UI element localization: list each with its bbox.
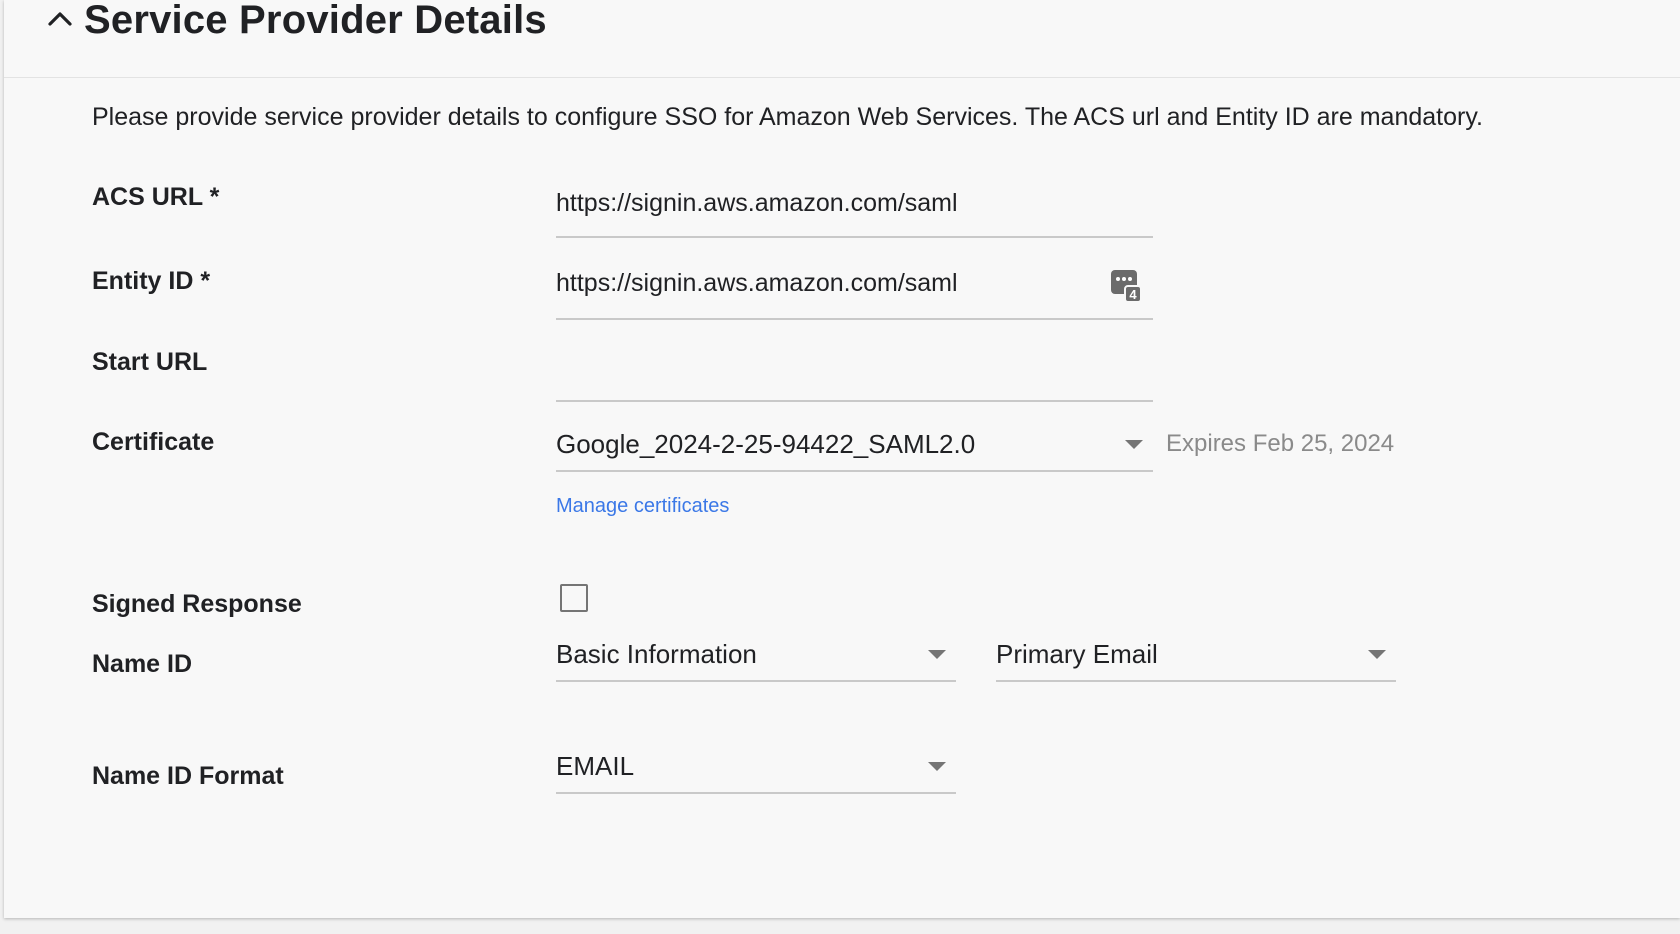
name-id-field-value: Primary Email bbox=[996, 639, 1158, 669]
password-manager-badge: 4 bbox=[1129, 287, 1137, 302]
acs-url-input[interactable] bbox=[556, 186, 1153, 220]
entity-id-field: 4 bbox=[556, 266, 1153, 320]
acs-url-label: ACS URL * bbox=[92, 183, 220, 211]
entity-id-input[interactable] bbox=[556, 266, 1153, 300]
certificate-expiry: Expires Feb 25, 2024 bbox=[1166, 430, 1395, 457]
name-id-format-label: Name ID Format bbox=[92, 762, 284, 790]
name-id-category-select[interactable]: Basic Information bbox=[556, 638, 956, 682]
start-url-input[interactable] bbox=[556, 366, 1153, 400]
signed-response-checkbox[interactable] bbox=[560, 584, 588, 612]
name-id-category-value: Basic Information bbox=[556, 639, 757, 669]
chevron-up-icon[interactable] bbox=[42, 0, 78, 36]
manage-certificates-link[interactable]: Manage certificates bbox=[556, 492, 729, 520]
name-id-format-select[interactable]: EMAIL bbox=[556, 750, 956, 794]
chevron-down-icon bbox=[1368, 650, 1386, 659]
section-header: Service Provider Details bbox=[4, 0, 1680, 78]
section-description: Please provide service provider details … bbox=[92, 103, 1483, 131]
name-id-format-value: EMAIL bbox=[556, 751, 635, 781]
password-manager-icon[interactable]: 4 bbox=[1109, 266, 1143, 304]
start-url-field bbox=[556, 366, 1153, 402]
section-title: Service Provider Details bbox=[84, 0, 547, 42]
signed-response-label: Signed Response bbox=[92, 590, 302, 618]
start-url-label: Start URL bbox=[92, 348, 208, 376]
chevron-down-icon bbox=[1125, 440, 1143, 449]
chevron-down-icon bbox=[928, 762, 946, 771]
entity-id-label: Entity ID * bbox=[92, 267, 211, 295]
acs-url-field bbox=[556, 186, 1153, 238]
name-id-field-select[interactable]: Primary Email bbox=[996, 638, 1396, 682]
certificate-label: Certificate bbox=[92, 428, 215, 456]
chevron-down-icon bbox=[928, 650, 946, 659]
service-provider-panel: Service Provider Details Please provide … bbox=[4, 0, 1680, 918]
certificate-select[interactable]: Google_2024-2-25-94422_SAML2.0 bbox=[556, 428, 1153, 472]
certificate-selected-value: Google_2024-2-25-94422_SAML2.0 bbox=[556, 429, 976, 459]
name-id-label: Name ID bbox=[92, 650, 193, 678]
